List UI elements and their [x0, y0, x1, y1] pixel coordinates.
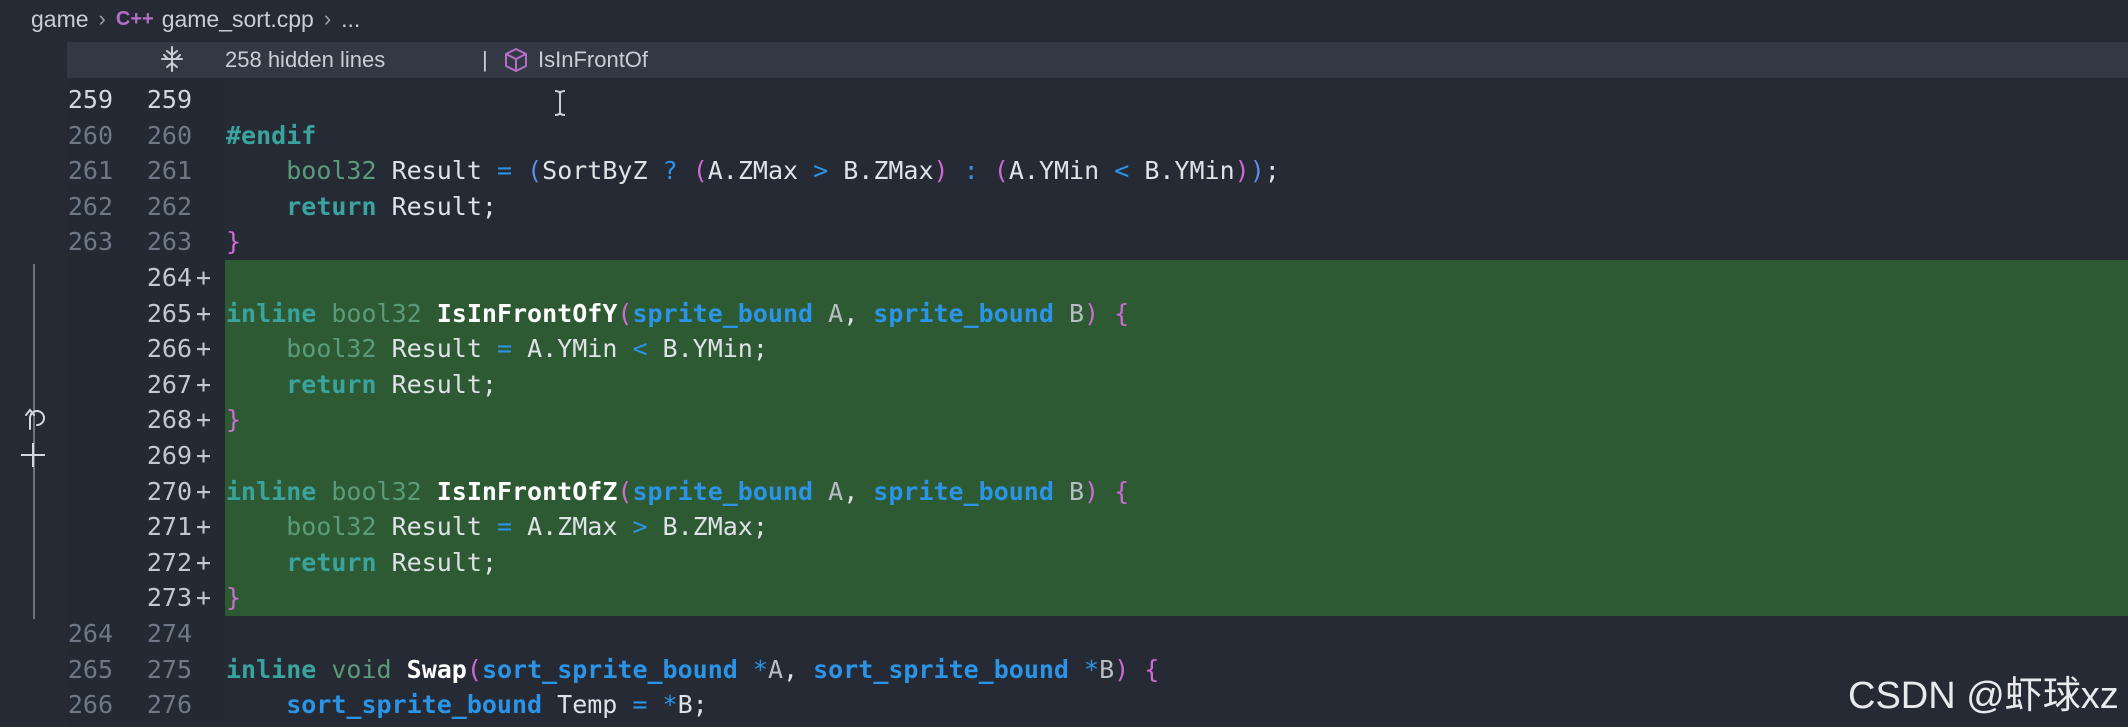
old-line-number: 259 [67, 85, 113, 114]
added-code-line[interactable]: 266 + bool32 Result = A.YMin < B.YMin; [0, 331, 2128, 367]
separator: | [482, 47, 488, 72]
added-marker: + [196, 441, 212, 470]
breadcrumb-more[interactable]: ... [341, 6, 360, 33]
added-marker: + [196, 476, 212, 506]
old-line-number: 265 [67, 654, 113, 684]
code-line[interactable]: 262 262 return Result; [0, 189, 2128, 225]
code-line[interactable]: 266 276 sort_sprite_bound Temp = *B; [0, 687, 2128, 723]
new-line-number: 261 [146, 156, 192, 186]
cpp-file-icon: C++ [115, 7, 154, 30]
new-line-number: 274 [146, 619, 192, 648]
added-code-line[interactable]: 264 + [0, 260, 2128, 296]
breadcrumb-file[interactable]: game_sort.cpp [162, 6, 314, 33]
code-text[interactable]: } [226, 224, 241, 260]
added-marker: + [196, 583, 212, 613]
code-line[interactable]: 260 260 #endif [0, 118, 2128, 154]
code-line[interactable]: 259 259 [0, 82, 2128, 118]
new-line-number: 259 [146, 85, 192, 114]
code-text[interactable]: inline void Swap(sort_sprite_bound *A, s… [226, 652, 1159, 688]
added-marker: + [196, 547, 212, 577]
add-icon[interactable] [18, 440, 48, 470]
symbol-name[interactable]: IsInFrontOf [538, 47, 648, 73]
code-text[interactable]: sort_sprite_bound Temp = *B; [226, 687, 707, 723]
added-line-highlight [225, 402, 2128, 438]
added-code-line[interactable]: 273 +} [0, 580, 2128, 616]
code-text[interactable]: bool32 Result = (SortByZ ? (A.ZMax > B.Z… [226, 153, 1280, 189]
old-line-number: 261 [67, 156, 113, 186]
breadcrumb: game › C++ game_sort.cpp › ... [0, 0, 2128, 38]
new-line-number: 265 [146, 298, 192, 328]
new-line-number: 273 [146, 583, 192, 613]
code-text[interactable]: return Result; [226, 367, 497, 403]
added-code-line[interactable]: 271 + bool32 Result = A.ZMax > B.ZMax; [0, 509, 2128, 545]
code-line[interactable]: 263 263} [0, 224, 2128, 260]
added-line-highlight [225, 366, 2128, 403]
added-line-highlight [225, 438, 2128, 474]
new-line-number: 263 [146, 227, 192, 257]
added-code-line[interactable]: 265 + inline bool32 IsInFrontOfY(sprite_bo… [0, 295, 2128, 332]
old-line-number: 260 [67, 120, 113, 150]
old-line-number: 264 [67, 619, 113, 648]
unfold-icon[interactable] [157, 44, 187, 74]
diff-editor[interactable]: 259 259 260 260 #endif 261 261 bool32 Result =… [0, 82, 2128, 727]
added-code-line[interactable]: 270 + inline bool32 IsInFrontOfZ(sprite_bo… [0, 473, 2128, 510]
code-text[interactable]: bool32 Result = A.YMin < B.YMin; [226, 331, 768, 367]
chevron-right-icon: › [98, 6, 106, 31]
added-code-line[interactable]: 269 + [0, 438, 2128, 474]
added-line-highlight [225, 260, 2128, 296]
new-line-number: 268 [146, 405, 192, 435]
hidden-lines-label[interactable]: 258 hidden lines [225, 47, 385, 73]
added-marker: + [196, 512, 212, 542]
added-code-line[interactable]: 272 + return Result; [0, 544, 2128, 581]
code-text[interactable]: #endif [226, 118, 316, 154]
code-text[interactable]: return Result; [226, 189, 497, 225]
code-text[interactable]: bool32 Result = A.ZMax > B.ZMax; [226, 509, 768, 545]
code-line[interactable]: 261 261 bool32 Result = (SortByZ ? (A.ZMa… [0, 153, 2128, 189]
added-marker: + [196, 405, 212, 435]
chevron-right-icon: › [323, 6, 332, 31]
new-line-number: 275 [146, 654, 192, 684]
text-cursor-icon [554, 90, 566, 116]
new-line-number: 267 [146, 369, 192, 399]
new-line-number: 270 [146, 476, 192, 506]
added-code-line[interactable]: 268 +} [0, 402, 2128, 438]
watermark: CSDN @虾球xz [1848, 675, 2119, 717]
added-line-highlight [225, 544, 2128, 581]
new-line-number: 266 [146, 334, 192, 364]
old-line-number: 266 [67, 690, 113, 720]
old-line-number: 263 [67, 227, 113, 257]
code-text[interactable]: } [226, 402, 241, 438]
new-line-number: 260 [146, 120, 192, 150]
code-text[interactable]: } [226, 580, 241, 616]
hidden-lines-bar[interactable]: 258 hidden lines | IsInFrontOf [67, 42, 2128, 78]
breadcrumb-root[interactable]: game [31, 6, 89, 33]
new-line-number: 269 [146, 441, 192, 470]
new-line-number: 276 [146, 690, 192, 720]
added-marker: + [196, 369, 212, 399]
new-line-number: 264 [146, 263, 192, 292]
cube-icon [505, 48, 527, 72]
new-line-number: 271 [146, 512, 192, 542]
new-line-number: 262 [146, 191, 192, 221]
revert-icon[interactable] [20, 405, 48, 431]
added-marker: + [196, 298, 212, 328]
code-text[interactable]: return Result; [226, 545, 497, 581]
code-text[interactable]: inline bool32 IsInFrontOfZ(sprite_bound … [226, 474, 1129, 510]
added-marker: + [196, 334, 212, 364]
code-line[interactable]: 265 275 inline void Swap(sort_sprite_bound… [0, 652, 2128, 688]
code-text[interactable]: inline bool32 IsInFrontOfY(sprite_bound … [226, 296, 1129, 332]
new-line-number: 272 [146, 547, 192, 577]
code-line[interactable]: 264 274 [0, 616, 2128, 652]
added-code-line[interactable]: 267 + return Result; [0, 366, 2128, 403]
added-marker: + [196, 263, 212, 292]
added-line-highlight [225, 580, 2128, 616]
old-line-number: 262 [67, 191, 113, 221]
